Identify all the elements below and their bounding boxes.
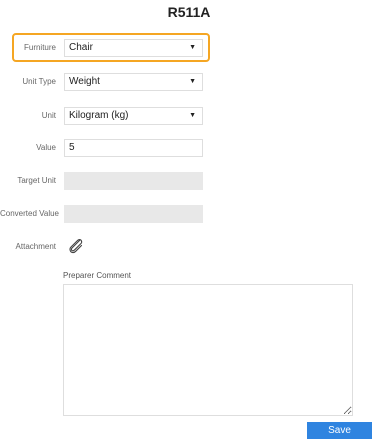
unit-select[interactable]: Kilogram (kg) ▼ [64, 107, 203, 125]
converted-value-field [64, 205, 203, 223]
furniture-select[interactable]: Chair ▼ [64, 39, 203, 57]
preparer-comment-label: Preparer Comment [63, 271, 132, 280]
chevron-down-icon: ▼ [189, 44, 196, 51]
paperclip-icon[interactable] [66, 236, 86, 256]
target-unit-row: Target Unit [0, 172, 378, 198]
unit-type-row: Unit Type Weight ▼ [0, 73, 378, 99]
attachment-label: Attachment [15, 242, 56, 251]
value-label: Value [36, 143, 56, 152]
chevron-down-icon: ▼ [189, 112, 196, 119]
furniture-label: Furniture [23, 43, 56, 52]
unit-row: Unit Kilogram (kg) ▼ [0, 107, 378, 133]
value-row: Value 5 [0, 139, 378, 165]
unit-type-value: Weight [69, 76, 100, 87]
target-unit-field [64, 172, 203, 190]
value-input[interactable]: 5 [64, 139, 203, 157]
furniture-value: Chair [69, 42, 93, 53]
unit-type-select[interactable]: Weight ▼ [64, 73, 203, 91]
chevron-down-icon: ▼ [189, 78, 196, 85]
attachment-row: Attachment [0, 238, 378, 264]
preparer-comment-textarea[interactable] [63, 284, 353, 416]
save-button[interactable]: Save [307, 422, 372, 439]
furniture-row: Furniture Chair ▼ [0, 39, 378, 65]
converted-value-label: Converted Value [0, 209, 59, 218]
page-title: R511A [167, 4, 211, 20]
converted-value-row: Converted Value [0, 205, 378, 231]
target-unit-label: Target Unit [17, 176, 56, 185]
unit-value: Kilogram (kg) [69, 110, 129, 121]
unit-type-label: Unit Type [22, 77, 56, 86]
unit-label: Unit [41, 111, 56, 120]
